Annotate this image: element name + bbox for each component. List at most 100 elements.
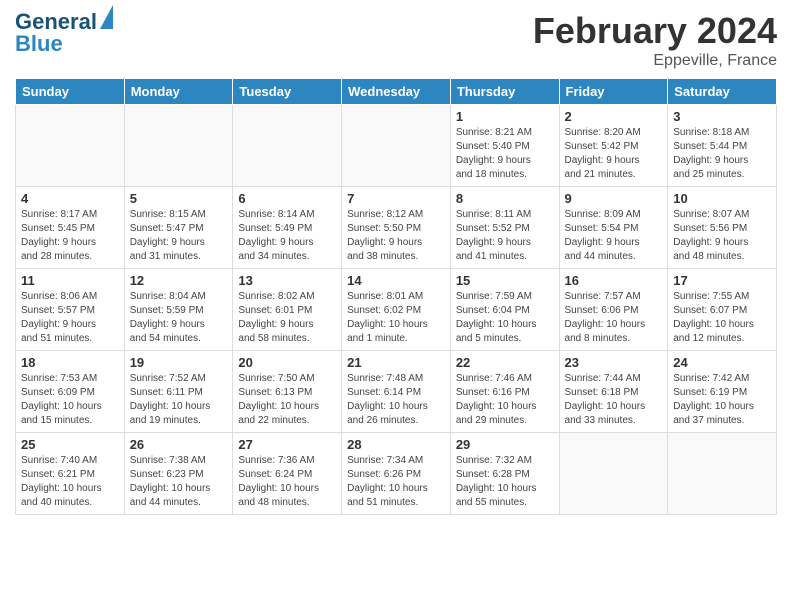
calendar-cell: 18 Sunrise: 7:53 AMSunset: 6:09 PMDayligh…	[16, 351, 125, 433]
day-info: Sunrise: 8:15 AMSunset: 5:47 PMDaylight:…	[130, 208, 228, 264]
day-number: 24	[673, 355, 771, 370]
day-info: Sunrise: 8:04 AMSunset: 5:59 PMDaylight:…	[130, 290, 228, 346]
day-number: 8	[456, 191, 554, 206]
calendar-cell: 8 Sunrise: 8:11 AMSunset: 5:52 PMDaylight…	[450, 187, 559, 269]
day-number: 25	[21, 437, 119, 452]
calendar-cell	[124, 105, 233, 187]
day-number: 20	[238, 355, 336, 370]
day-number: 27	[238, 437, 336, 452]
day-info: Sunrise: 8:07 AMSunset: 5:56 PMDaylight:…	[673, 208, 771, 264]
day-number: 3	[673, 109, 771, 124]
day-info: Sunrise: 7:34 AMSunset: 6:26 PMDaylight:…	[347, 454, 445, 510]
calendar-cell: 10 Sunrise: 8:07 AMSunset: 5:56 PMDayligh…	[668, 187, 777, 269]
day-info: Sunrise: 7:53 AMSunset: 6:09 PMDaylight:…	[21, 372, 119, 428]
day-number: 4	[21, 191, 119, 206]
day-info: Sunrise: 7:38 AMSunset: 6:23 PMDaylight:…	[130, 454, 228, 510]
calendar-cell	[16, 105, 125, 187]
weekday-header-wednesday: Wednesday	[342, 79, 451, 105]
weekday-header-row: SundayMondayTuesdayWednesdayThursdayFrid…	[16, 79, 777, 105]
calendar-cell: 4 Sunrise: 8:17 AMSunset: 5:45 PMDaylight…	[16, 187, 125, 269]
calendar-cell: 12 Sunrise: 8:04 AMSunset: 5:59 PMDayligh…	[124, 269, 233, 351]
calendar-cell: 9 Sunrise: 8:09 AMSunset: 5:54 PMDaylight…	[559, 187, 668, 269]
day-number: 23	[565, 355, 663, 370]
day-info: Sunrise: 7:55 AMSunset: 6:07 PMDaylight:…	[673, 290, 771, 346]
day-info: Sunrise: 7:36 AMSunset: 6:24 PMDaylight:…	[238, 454, 336, 510]
day-number: 18	[21, 355, 119, 370]
calendar-cell: 17 Sunrise: 7:55 AMSunset: 6:07 PMDayligh…	[668, 269, 777, 351]
day-info: Sunrise: 8:02 AMSunset: 6:01 PMDaylight:…	[238, 290, 336, 346]
calendar-table: SundayMondayTuesdayWednesdayThursdayFrid…	[15, 78, 777, 515]
day-number: 5	[130, 191, 228, 206]
day-number: 14	[347, 273, 445, 288]
day-info: Sunrise: 8:11 AMSunset: 5:52 PMDaylight:…	[456, 208, 554, 264]
weekday-header-thursday: Thursday	[450, 79, 559, 105]
day-info: Sunrise: 7:57 AMSunset: 6:06 PMDaylight:…	[565, 290, 663, 346]
day-number: 22	[456, 355, 554, 370]
calendar-cell	[342, 105, 451, 187]
weekday-header-friday: Friday	[559, 79, 668, 105]
calendar-cell: 16Sunrise: 7:57 AMSunset: 6:06 PMDayligh…	[559, 269, 668, 351]
day-info: Sunrise: 8:18 AMSunset: 5:44 PMDaylight:…	[673, 126, 771, 182]
weekday-header-saturday: Saturday	[668, 79, 777, 105]
calendar-cell: 23Sunrise: 7:44 AMSunset: 6:18 PMDayligh…	[559, 351, 668, 433]
calendar-cell	[233, 105, 342, 187]
calendar-container: General Blue February 2024 Eppeville, Fr…	[0, 0, 792, 525]
calendar-cell: 27 Sunrise: 7:36 AMSunset: 6:24 PMDayligh…	[233, 433, 342, 515]
calendar-cell: 15 Sunrise: 7:59 AMSunset: 6:04 PMDayligh…	[450, 269, 559, 351]
header: General Blue February 2024 Eppeville, Fr…	[15, 10, 777, 70]
week-row-1: 4 Sunrise: 8:17 AMSunset: 5:45 PMDaylight…	[16, 187, 777, 269]
calendar-cell: 26 Sunrise: 7:38 AMSunset: 6:23 PMDayligh…	[124, 433, 233, 515]
day-number: 7	[347, 191, 445, 206]
day-info: Sunrise: 8:14 AMSunset: 5:49 PMDaylight:…	[238, 208, 336, 264]
day-info: Sunrise: 7:40 AMSunset: 6:21 PMDaylight:…	[21, 454, 119, 510]
day-info: Sunrise: 7:32 AMSunset: 6:28 PMDaylight:…	[456, 454, 554, 510]
calendar-cell: 13 Sunrise: 8:02 AMSunset: 6:01 PMDayligh…	[233, 269, 342, 351]
day-number: 19	[130, 355, 228, 370]
calendar-title: February 2024	[533, 10, 777, 52]
day-number: 21	[347, 355, 445, 370]
logo-triangle	[100, 5, 113, 29]
day-info: Sunrise: 7:50 AMSunset: 6:13 PMDaylight:…	[238, 372, 336, 428]
day-info: Sunrise: 7:48 AMSunset: 6:14 PMDaylight:…	[347, 372, 445, 428]
calendar-cell: 6 Sunrise: 8:14 AMSunset: 5:49 PMDaylight…	[233, 187, 342, 269]
day-number: 6	[238, 191, 336, 206]
calendar-cell: 7 Sunrise: 8:12 AMSunset: 5:50 PMDaylight…	[342, 187, 451, 269]
day-number: 2	[565, 109, 663, 124]
day-info: Sunrise: 8:12 AMSunset: 5:50 PMDaylight:…	[347, 208, 445, 264]
calendar-cell: 2Sunrise: 8:20 AMSunset: 5:42 PMDaylight…	[559, 105, 668, 187]
day-number: 9	[565, 191, 663, 206]
calendar-cell: 29Sunrise: 7:32 AMSunset: 6:28 PMDayligh…	[450, 433, 559, 515]
day-number: 15	[456, 273, 554, 288]
weekday-header-monday: Monday	[124, 79, 233, 105]
calendar-cell: 22Sunrise: 7:46 AMSunset: 6:16 PMDayligh…	[450, 351, 559, 433]
calendar-cell: 21 Sunrise: 7:48 AMSunset: 6:14 PMDayligh…	[342, 351, 451, 433]
weekday-header-tuesday: Tuesday	[233, 79, 342, 105]
logo: General Blue	[15, 10, 113, 56]
day-info: Sunrise: 7:59 AMSunset: 6:04 PMDaylight:…	[456, 290, 554, 346]
calendar-cell: 1 Sunrise: 8:21 AMSunset: 5:40 PMDaylight…	[450, 105, 559, 187]
week-row-2: 11Sunrise: 8:06 AMSunset: 5:57 PMDayligh…	[16, 269, 777, 351]
day-number: 26	[130, 437, 228, 452]
calendar-cell: 5 Sunrise: 8:15 AMSunset: 5:47 PMDaylight…	[124, 187, 233, 269]
day-info: Sunrise: 8:21 AMSunset: 5:40 PMDaylight:…	[456, 126, 554, 182]
day-info: Sunrise: 7:52 AMSunset: 6:11 PMDaylight:…	[130, 372, 228, 428]
logo-blue-label: Blue	[15, 32, 113, 56]
day-number: 11	[21, 273, 119, 288]
week-row-4: 25 Sunrise: 7:40 AMSunset: 6:21 PMDayligh…	[16, 433, 777, 515]
calendar-subtitle: Eppeville, France	[533, 52, 777, 70]
calendar-cell: 14 Sunrise: 8:01 AMSunset: 6:02 PMDayligh…	[342, 269, 451, 351]
calendar-cell	[668, 433, 777, 515]
day-info: Sunrise: 8:17 AMSunset: 5:45 PMDaylight:…	[21, 208, 119, 264]
day-number: 1	[456, 109, 554, 124]
day-info: Sunrise: 8:09 AMSunset: 5:54 PMDaylight:…	[565, 208, 663, 264]
calendar-cell: 3 Sunrise: 8:18 AMSunset: 5:44 PMDaylight…	[668, 105, 777, 187]
calendar-cell: 20 Sunrise: 7:50 AMSunset: 6:13 PMDayligh…	[233, 351, 342, 433]
day-info: Sunrise: 7:42 AMSunset: 6:19 PMDaylight:…	[673, 372, 771, 428]
calendar-cell: 25 Sunrise: 7:40 AMSunset: 6:21 PMDayligh…	[16, 433, 125, 515]
day-number: 17	[673, 273, 771, 288]
day-number: 10	[673, 191, 771, 206]
calendar-cell: 19 Sunrise: 7:52 AMSunset: 6:11 PMDayligh…	[124, 351, 233, 433]
day-number: 12	[130, 273, 228, 288]
day-number: 13	[238, 273, 336, 288]
day-info: Sunrise: 8:01 AMSunset: 6:02 PMDaylight:…	[347, 290, 445, 346]
